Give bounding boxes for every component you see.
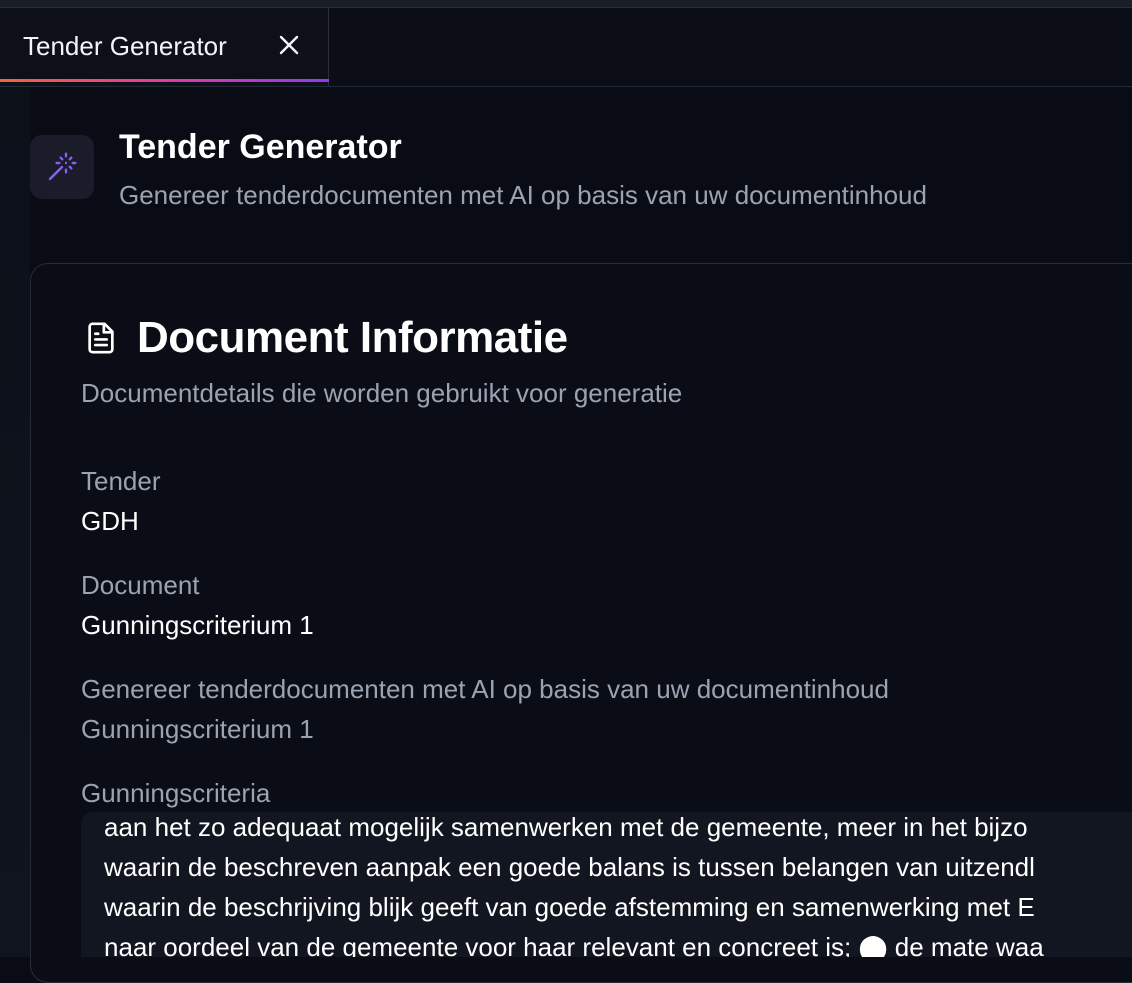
tender-label: Tender [81,466,161,496]
document-value: Gunningscriterium 1 [81,610,314,640]
close-icon[interactable] [276,32,302,58]
active-tab-indicator [0,79,329,82]
criteria-text-box[interactable]: aan het zo adequaat mogelijk samenwerken… [81,812,1132,957]
page-subtitle: Genereer tenderdocumenten met AI op basi… [119,180,927,210]
description-label: Genereer tenderdocumenten met AI op basi… [81,674,889,704]
window-top-edge [0,0,1132,8]
criteria-line: aan het zo adequaat mogelijk samenwerken… [104,812,1028,842]
document-label: Document [81,570,200,600]
description-value: Gunningscriterium 1 [81,714,314,744]
criteria-label: Gunningscriteria [81,778,271,808]
header-icon-badge [30,135,94,199]
left-gutter [0,87,30,957]
tab-tender-generator[interactable]: Tender Generator [0,8,329,86]
card-subtitle: Documentdetails die worden gebruikt voor… [81,378,683,408]
page-title: Tender Generator [119,128,402,166]
tab-label: Tender Generator [23,31,227,61]
card-title: Document Informatie [137,313,568,362]
criteria-line: naar oordeel van de gemeente voor haar r… [104,932,1044,957]
criteria-line: waarin de beschrijving blijk geeft van g… [104,892,1035,922]
document-icon [88,322,114,354]
magic-wand-icon [48,152,77,181]
tender-value: GDH [81,506,139,536]
criteria-line: waarin de beschreven aanpak een goede ba… [104,852,1035,882]
tab-bar: Tender Generator [0,8,1132,87]
